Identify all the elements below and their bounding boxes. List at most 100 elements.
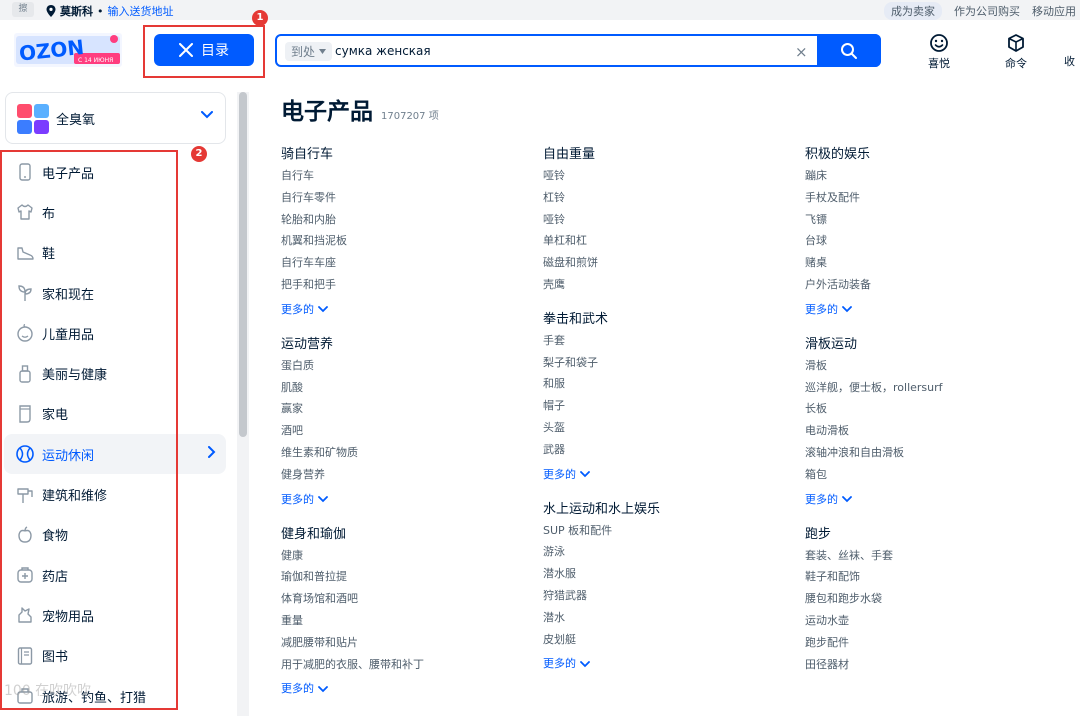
subcategory-link[interactable]: 机翼和挡泥板 xyxy=(281,230,526,252)
subcategory-link[interactable]: 单杠和杠 xyxy=(543,230,788,252)
sidebar-scrollbar[interactable] xyxy=(237,92,249,716)
subcategory-link[interactable]: 壳鹰 xyxy=(543,274,788,296)
category-item-construction[interactable]: 建筑和维修 xyxy=(4,474,226,514)
clear-search-icon[interactable]: × xyxy=(795,43,808,61)
group-title[interactable]: 积极的娱乐 xyxy=(805,143,1050,162)
orders-button[interactable]: 命令 xyxy=(996,33,1036,71)
subcategory-link[interactable]: 梨子和袋子 xyxy=(543,352,788,374)
subcategory-link[interactable]: 狩猎武器 xyxy=(543,585,788,607)
subcategory-link[interactable]: 长板 xyxy=(805,398,1050,420)
subcategory-link[interactable]: 游泳 xyxy=(543,541,788,563)
category-item-sports[interactable]: 运动休闲 xyxy=(4,434,226,475)
category-item-kids[interactable]: 儿童用品 xyxy=(4,313,226,353)
ozon-logo[interactable]: OZON С 14 ИЮНЯ xyxy=(14,33,122,67)
subcategory-link[interactable]: 瑜伽和普拉提 xyxy=(281,566,526,588)
more-button[interactable]: 更多的 xyxy=(281,299,526,321)
subcategory-link[interactable]: 体育场馆和酒吧 xyxy=(281,588,526,610)
subcategory-link[interactable]: 杠铃 xyxy=(543,187,788,209)
subcategory-link[interactable]: 和服 xyxy=(543,373,788,395)
subcategory-link[interactable]: 田径器材 xyxy=(805,654,1050,676)
subcategory-link[interactable]: 减肥腰带和贴片 xyxy=(281,632,526,654)
subcategory-link[interactable]: 把手和把手 xyxy=(281,274,526,296)
scrollbar-thumb[interactable] xyxy=(239,92,247,437)
more-button[interactable]: 更多的 xyxy=(281,489,526,511)
subcategory-link[interactable]: 自行车 xyxy=(281,165,526,187)
subcategory-link[interactable]: 轮胎和内胎 xyxy=(281,209,526,231)
subcategory-link[interactable]: 户外活动装备 xyxy=(805,274,1050,296)
subcategory-link[interactable]: 维生素和矿物质 xyxy=(281,442,526,464)
subcategory-link[interactable]: 自行车车座 xyxy=(281,252,526,274)
subcategory-link[interactable]: 肌酸 xyxy=(281,377,526,399)
subcategory-link[interactable]: 皮划艇 xyxy=(543,629,788,651)
subcategory-link[interactable]: 用于减肥的衣服、腰带和补丁 xyxy=(281,654,526,676)
ozon-scope-selector[interactable]: 全臭氧 xyxy=(5,92,226,144)
subcategory-link[interactable]: 酒吧 xyxy=(281,420,526,442)
category-item-shoes[interactable]: 鞋 xyxy=(4,233,226,273)
subcategory-link[interactable]: 哑铃 xyxy=(543,209,788,231)
subcategory-link[interactable]: 蹦床 xyxy=(805,165,1050,187)
subcategory-link[interactable]: 跑步配件 xyxy=(805,632,1050,654)
group-title[interactable]: 健身和瑜伽 xyxy=(281,523,526,542)
location-selector[interactable]: 莫斯科 • 输入送货地址 xyxy=(46,3,174,19)
group-title[interactable]: 滑板运动 xyxy=(805,333,1050,352)
more-button[interactable]: 更多的 xyxy=(805,299,1050,321)
catalog-button[interactable]: 目录 xyxy=(154,34,254,66)
group-title[interactable]: 运动营养 xyxy=(281,333,526,352)
subcategory-link[interactable]: 套装、丝袜、手套 xyxy=(805,545,1050,567)
search-button[interactable] xyxy=(817,34,881,67)
subcategory-link[interactable]: 自行车零件 xyxy=(281,187,526,209)
category-item-beauty[interactable]: 美丽与健康 xyxy=(4,353,226,393)
subcategory-link[interactable]: 巡洋舰，便士板，rollersurf xyxy=(805,377,1050,399)
category-item-pets[interactable]: 宠物用品 xyxy=(4,595,226,635)
category-item-clothing[interactable]: 布 xyxy=(4,192,226,232)
subcategory-link[interactable]: 腰包和跑步水袋 xyxy=(805,588,1050,610)
subcategory-link[interactable]: 重量 xyxy=(281,610,526,632)
subcategory-link[interactable]: 武器 xyxy=(543,439,788,461)
category-item-appliances[interactable]: 家电 xyxy=(4,394,226,434)
more-button[interactable]: 更多的 xyxy=(543,464,788,486)
subcategory-link[interactable]: 电动滑板 xyxy=(805,420,1050,442)
delivery-address-link[interactable]: 输入送货地址 xyxy=(108,3,174,19)
subcategory-link[interactable]: 手套 xyxy=(543,330,788,352)
subcategory-link[interactable]: 滑板 xyxy=(805,355,1050,377)
subcategory-link[interactable]: 帽子 xyxy=(543,395,788,417)
subcategory-link[interactable]: 飞镖 xyxy=(805,209,1050,231)
category-item-books[interactable]: 图书 xyxy=(4,636,226,676)
subcategory-link[interactable]: 赢家 xyxy=(281,398,526,420)
group-title[interactable]: 跑步 xyxy=(805,523,1050,542)
subcategory-link[interactable]: 潜水 xyxy=(543,607,788,629)
group-title[interactable]: 骑自行车 xyxy=(281,143,526,162)
subcategory-link[interactable]: 赌桌 xyxy=(805,252,1050,274)
subcategory-link[interactable]: 鞋子和配饰 xyxy=(805,566,1050,588)
delight-button[interactable]: 喜悦 xyxy=(919,33,959,71)
subcategory-link[interactable]: 头盔 xyxy=(543,417,788,439)
group-title[interactable]: 水上运动和水上娱乐 xyxy=(543,498,788,517)
language-switch[interactable]: 擦 xyxy=(12,2,34,17)
category-item-pharmacy[interactable]: 药店 xyxy=(4,555,226,595)
subcategory-link[interactable]: 手杖及配件 xyxy=(805,187,1050,209)
subcategory-link[interactable]: 磁盘和煎饼 xyxy=(543,252,788,274)
group-title[interactable]: 自由重量 xyxy=(543,143,788,162)
more-button[interactable]: 更多的 xyxy=(543,653,788,675)
subcategory-link[interactable]: 健康 xyxy=(281,545,526,567)
category-item-home[interactable]: 家和现在 xyxy=(4,273,226,313)
subcategory-link[interactable]: 哑铃 xyxy=(543,165,788,187)
more-button[interactable]: 更多的 xyxy=(805,489,1050,511)
search-input[interactable] xyxy=(335,36,805,65)
subcategory-link[interactable]: SUP 板和配件 xyxy=(543,520,788,542)
subcategory-link[interactable]: 滚轴冲浪和自由滑板 xyxy=(805,442,1050,464)
favorites-button[interactable]: 收 xyxy=(1064,33,1080,69)
subcategory-link[interactable]: 台球 xyxy=(805,230,1050,252)
mobile-app-link[interactable]: 移动应用 xyxy=(1032,3,1076,19)
buy-as-company-link[interactable]: 作为公司购买 xyxy=(954,3,1020,19)
group-title[interactable]: 拳击和武术 xyxy=(543,308,788,327)
subcategory-link[interactable]: 运动水壶 xyxy=(805,610,1050,632)
become-seller-link[interactable]: 成为卖家 xyxy=(884,2,942,20)
search-scope-dropdown[interactable]: 到处 xyxy=(285,42,333,61)
subcategory-link[interactable]: 潜水服 xyxy=(543,563,788,585)
category-item-food[interactable]: 食物 xyxy=(4,515,226,555)
subcategory-link[interactable]: 蛋白质 xyxy=(281,355,526,377)
more-button[interactable]: 更多的 xyxy=(281,678,526,700)
subcategory-link[interactable]: 健身营养 xyxy=(281,464,526,486)
subcategory-link[interactable]: 箱包 xyxy=(805,464,1050,486)
